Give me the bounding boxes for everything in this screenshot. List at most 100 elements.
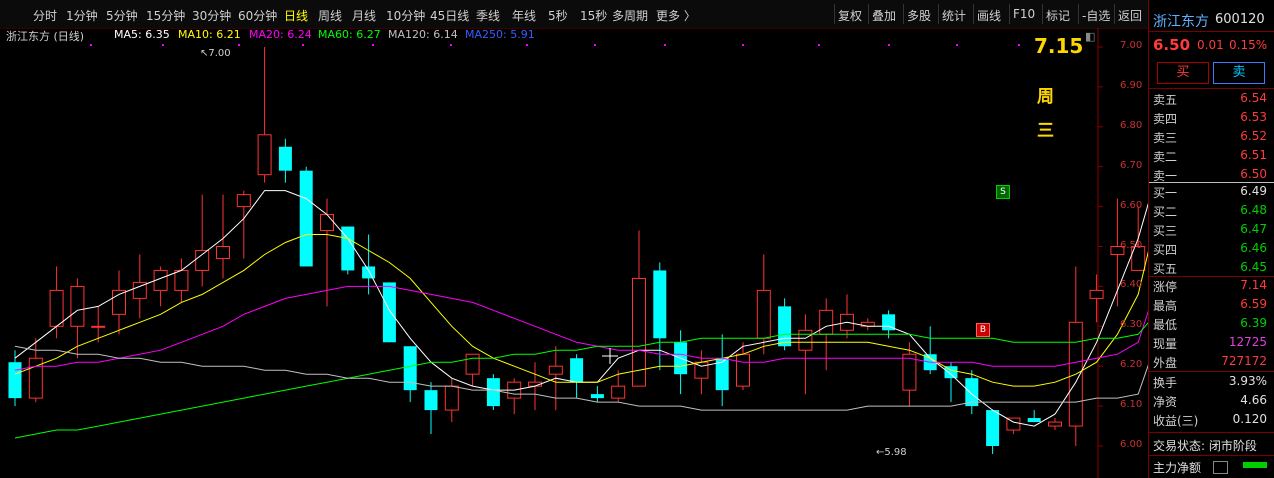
candle-body-up — [49, 289, 64, 327]
ma250-dot — [1018, 44, 1020, 46]
candle-body-up — [257, 134, 272, 176]
stats-label: 外盘 — [1153, 356, 1178, 370]
candle-body-down — [424, 390, 438, 411]
price-tick-label: 6.10 — [1120, 399, 1143, 411]
stats-label: 最低 — [1153, 318, 1178, 332]
last-price: 6.50 — [1153, 36, 1191, 54]
candle-body-down — [590, 394, 604, 399]
bids-label: 买四 — [1153, 243, 1178, 257]
candle-body-down — [382, 282, 396, 343]
sell-signal-marker[interactable]: S — [996, 185, 1010, 199]
candle-body-up — [736, 353, 750, 387]
settings-icon[interactable]: ◧ — [1085, 30, 1095, 43]
bids-value: 6.47 — [1240, 222, 1267, 236]
stats-label: 涨停 — [1153, 280, 1178, 294]
stats-value: 6.59 — [1240, 297, 1267, 311]
bids-label: 买二 — [1153, 205, 1178, 219]
candle-body-down — [299, 170, 313, 267]
ma250-dot — [594, 44, 596, 46]
bids-label: 买五 — [1153, 262, 1178, 276]
candle-body-up — [611, 385, 626, 399]
ma250-dot — [238, 44, 240, 46]
stats2-row: 收益(三) 0.120 — [1149, 412, 1274, 431]
stats2-label: 收益(三) — [1153, 414, 1199, 428]
asks-value: 6.50 — [1240, 167, 1267, 181]
netflow-toggle[interactable] — [1213, 461, 1228, 474]
stats2-row: 净资 4.66 — [1149, 393, 1274, 412]
asks-label: 卖四 — [1153, 112, 1178, 126]
sell-button[interactable]: 卖 — [1213, 62, 1265, 84]
last-price-big: 7.15 — [1034, 34, 1084, 58]
stats-label: 最高 — [1153, 299, 1178, 313]
candle-body-up — [174, 269, 189, 291]
candle-body-up — [1089, 289, 1104, 299]
candle-body-up — [1048, 421, 1062, 427]
ma250-dot — [956, 44, 958, 46]
ma250-dot — [90, 44, 92, 46]
candle-body-up — [216, 246, 230, 259]
candle-body-up — [548, 365, 563, 375]
ma250-dot — [372, 44, 374, 46]
candle-body-down — [986, 410, 1000, 446]
candle-body-down — [1027, 418, 1041, 423]
stock-name: 浙江东方 — [1153, 14, 1209, 30]
stats-value: 6.39 — [1240, 316, 1267, 330]
price-tick-label: 6.20 — [1120, 359, 1143, 371]
asks-value: 6.52 — [1240, 129, 1267, 143]
price-tick-label: 6.30 — [1120, 319, 1143, 331]
ma250-dot — [526, 44, 528, 46]
asks-label: 卖五 — [1153, 93, 1178, 107]
stock-code: 600120 — [1215, 12, 1265, 27]
price-tick-label: 6.70 — [1120, 159, 1143, 171]
high-annotation: ↖7.00 — [200, 48, 231, 59]
asks-row: 卖二 6.51 — [1149, 148, 1274, 167]
price-change-pct: 0.15% — [1229, 38, 1268, 52]
ma250-dot — [162, 44, 164, 46]
stats-value: 7.14 — [1240, 278, 1267, 292]
buy-button[interactable]: 买 — [1157, 62, 1209, 84]
stats-value: 12725 — [1228, 335, 1267, 349]
stats-label: 现量 — [1153, 337, 1178, 351]
bids-value: 6.48 — [1240, 203, 1267, 217]
price-tick-label: 6.90 — [1120, 79, 1143, 91]
price-change: 0.01 — [1197, 38, 1224, 52]
candle-body-down — [653, 270, 667, 339]
stats-row: 涨停 7.14 — [1149, 278, 1274, 297]
bids-label: 买三 — [1153, 224, 1178, 238]
price-tick-label: 6.60 — [1120, 199, 1143, 211]
low-annotation: ←5.98 — [876, 447, 907, 458]
candle-body-up — [756, 289, 771, 339]
netflow-label: 主力净额 — [1153, 461, 1202, 475]
ma250-dot — [888, 44, 890, 46]
stats2-label: 净资 — [1153, 395, 1178, 409]
candle-body-down — [278, 146, 292, 171]
netflow-bar — [1243, 462, 1267, 468]
stats-row: 最高 6.59 — [1149, 297, 1274, 316]
ma250-dot — [450, 44, 452, 46]
price-tick-label: 6.40 — [1120, 279, 1143, 291]
ma250-dot — [742, 44, 744, 46]
candle-body-down — [570, 358, 584, 383]
candle-body-up — [195, 249, 210, 271]
asks-label: 卖二 — [1153, 150, 1178, 164]
candlestick-chart[interactable] — [0, 0, 1148, 478]
ma250-dot — [818, 44, 820, 46]
quote-panel: 浙江东方 600120 6.50 0.01 0.15% 买 卖 卖五 6.54 卖四… — [1148, 0, 1274, 478]
candle-body-down — [362, 266, 376, 279]
candle-body-up — [70, 285, 85, 327]
stats2-label: 换手 — [1153, 376, 1178, 390]
ma250-dot — [664, 44, 666, 46]
candle-body-up — [444, 385, 459, 411]
bids-value: 6.45 — [1240, 260, 1267, 274]
price-tick-label: 6.50 — [1120, 239, 1143, 251]
stats2-value: 4.66 — [1240, 393, 1267, 407]
candle-body-down — [486, 378, 500, 407]
bids-row: 买四 6.46 — [1149, 241, 1274, 260]
asks-row: 卖三 6.52 — [1149, 129, 1274, 148]
candle-body-down — [778, 306, 792, 347]
weekday-label-1: 周 — [1037, 87, 1054, 107]
buy-signal-marker[interactable]: B — [976, 323, 990, 337]
asks-row: 卖五 6.54 — [1149, 91, 1274, 110]
bids-row: 买二 6.48 — [1149, 203, 1274, 222]
candle-body-up — [320, 214, 334, 232]
